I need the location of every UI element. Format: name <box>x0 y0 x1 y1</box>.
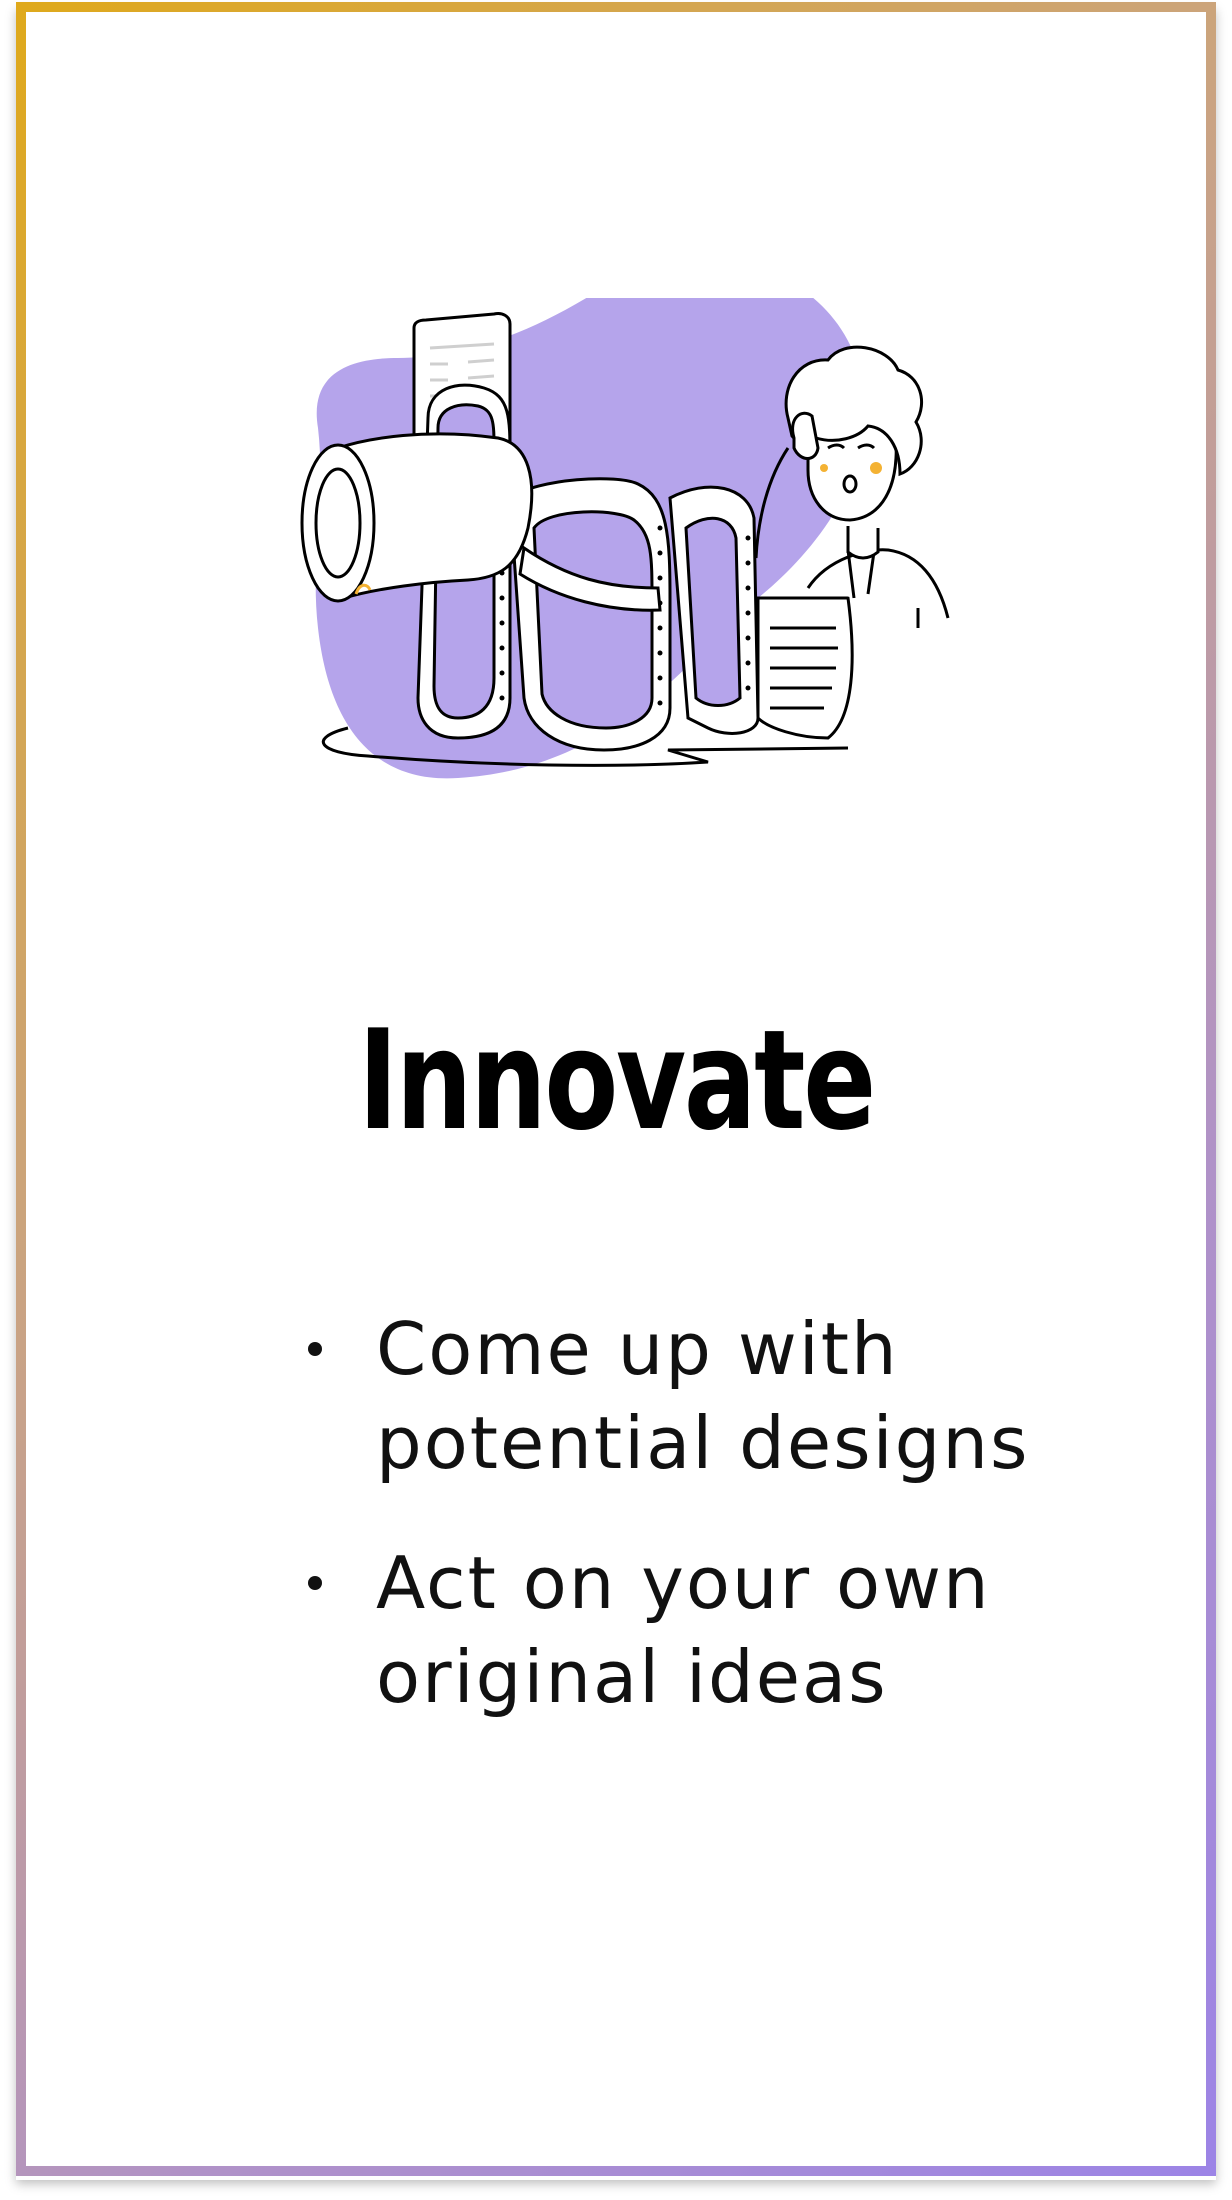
page-title: Innovate <box>358 1000 876 1161</box>
list-item: Come up with potential designs <box>284 1302 1044 1490</box>
bullet-text: Come up with potential designs <box>376 1307 1030 1485</box>
receipt-illustration <box>288 258 968 806</box>
bullet-icon <box>308 1342 322 1356</box>
list-item: Act on your own original ideas <box>284 1536 1044 1724</box>
card-body: Innovate Come up with potential designs … <box>26 12 1206 2166</box>
bullet-list: Come up with potential designs Act on yo… <box>284 1302 1044 1770</box>
bullet-text: Act on your own original ideas <box>376 1541 991 1719</box>
bullet-icon <box>308 1576 322 1590</box>
card: Innovate Come up with potential designs … <box>16 2 1216 2176</box>
person-with-long-receipt-icon <box>300 258 950 779</box>
